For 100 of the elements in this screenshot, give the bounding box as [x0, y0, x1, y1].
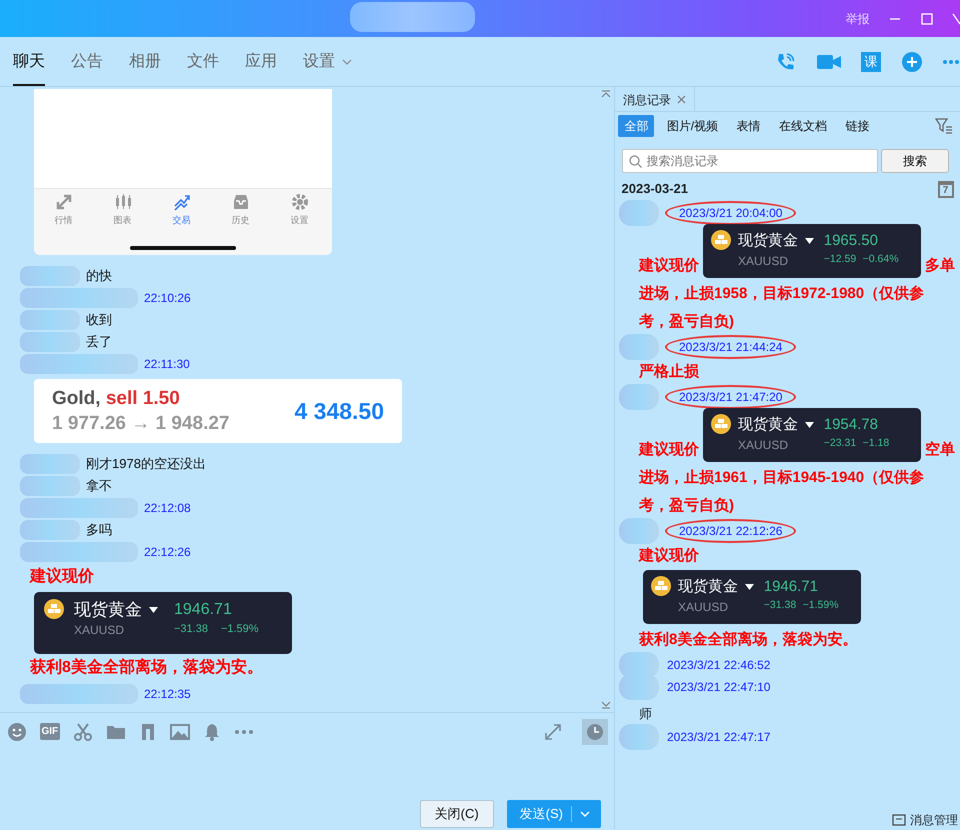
message-text: 的快 — [86, 267, 112, 286]
dropdown-icon — [744, 584, 754, 590]
ticker-percent: −1.59% — [220, 622, 259, 637]
scissors-icon[interactable] — [73, 722, 94, 742]
signal-text: 考，盈亏自负) — [639, 496, 734, 516]
blurred-name — [20, 520, 80, 540]
filter-tab[interactable]: 图片/视频 — [660, 115, 724, 138]
blurred-avatar — [619, 724, 659, 750]
app-tab-label: 行情 — [54, 214, 72, 228]
search-field[interactable]: 搜索消息记录 — [622, 149, 878, 174]
tab[interactable]: 公告 — [71, 50, 103, 86]
signal-text: 获利8美金全部离场，落袋为安。 — [30, 657, 264, 678]
add-icon[interactable] — [900, 51, 922, 73]
ticker-percent: −0.64% — [862, 252, 899, 267]
expand-icon[interactable] — [544, 722, 562, 740]
ticker-price: 1946.71 — [174, 600, 233, 620]
dropdown-icon — [804, 422, 814, 428]
gif-button[interactable]: GIF — [40, 723, 60, 740]
bell-icon[interactable] — [203, 722, 222, 742]
trend-icon — [172, 193, 190, 211]
filter-tab[interactable]: 全部 — [618, 115, 654, 138]
blurred-avatar — [619, 200, 659, 226]
maximize-icon[interactable] — [920, 12, 932, 24]
filter-icon[interactable] — [934, 118, 953, 134]
clock-icon[interactable] — [582, 718, 608, 744]
coin-icon — [711, 230, 731, 250]
message-time: 22:10:26 — [144, 290, 191, 307]
ticker-change: −12.59 — [824, 252, 856, 267]
blurred-avatar — [619, 674, 659, 700]
close-icon[interactable] — [677, 95, 686, 104]
ticker-name: 现货黄金 — [74, 599, 142, 621]
tab[interactable]: 聊天 — [13, 50, 45, 86]
tab[interactable]: 设置 — [303, 50, 335, 86]
ticker-name: 现货黄金 — [738, 415, 798, 435]
chevron-icon[interactable] — [342, 58, 352, 66]
app-tab-label: 图表 — [114, 214, 132, 228]
ticker-percent: −1.59% — [802, 598, 839, 613]
signal-text: 进场，止损1958，目标1972-1980（仅供参 — [639, 284, 924, 304]
calendar-icon[interactable]: 7 — [938, 180, 954, 198]
signal-text: 严格止损 — [639, 362, 699, 382]
course-icon[interactable]: 课 — [861, 52, 881, 72]
history-tab[interactable]: 消息记录 — [615, 87, 695, 112]
signal-text: 进场，止损1961，目标1945-1940（仅供参 — [639, 468, 924, 488]
filter-tab[interactable]: 表情 — [730, 115, 767, 138]
trade-profit: 4 348.50 — [294, 396, 384, 426]
trade-symbol: Gold, — [52, 388, 101, 409]
app-tab-label: 设置 — [290, 214, 308, 228]
blurred-avatar — [619, 334, 659, 360]
scroll-up-icon[interactable] — [601, 90, 611, 98]
ticker-name: 现货黄金 — [738, 231, 798, 251]
blurred-name — [20, 266, 80, 286]
more-icon[interactable] — [942, 59, 960, 65]
message-time: 22:12:26 — [144, 544, 191, 561]
search-icon — [628, 155, 642, 168]
ticker-name: 现货黄金 — [678, 577, 738, 597]
ticker-code: XAUUSD — [678, 599, 730, 616]
search-button[interactable]: 搜索 — [880, 149, 949, 174]
dropdown-icon — [148, 607, 158, 613]
coin-icon — [651, 576, 671, 596]
scroll-down-icon[interactable] — [601, 701, 611, 709]
message-time: 2023/3/21 22:47:10 — [666, 679, 772, 696]
signal-text: 建议现价 — [30, 566, 95, 587]
smiley-icon[interactable] — [6, 722, 26, 742]
signal-text: 建议现价 — [639, 546, 699, 566]
message-time: 22:12:08 — [144, 500, 191, 517]
message-text: 多吗 — [86, 521, 112, 540]
inbox-icon — [232, 193, 250, 211]
message-time: 2023/3/21 22:46:52 — [666, 657, 772, 674]
blurred-name — [20, 476, 80, 496]
close-button[interactable]: 关闭(C) — [420, 800, 494, 828]
app-tab-label: 交易 — [172, 214, 190, 228]
ticker-code: XAUUSD — [738, 253, 790, 270]
ticker-code: XAUUSD — [738, 437, 790, 454]
arrows-icon — [54, 193, 72, 211]
tab[interactable]: 文件 — [187, 50, 219, 86]
blurred-avatar — [619, 384, 659, 410]
send-button[interactable]: 发送(S) — [506, 800, 601, 828]
message-text: 收到 — [86, 311, 112, 330]
message-text: 刚才1978的空还没出 — [86, 455, 206, 474]
message-text: 师 — [639, 705, 652, 723]
signal-text: 考，盈亏自负) — [639, 312, 734, 332]
ticker-price: 1946.71 — [764, 577, 819, 597]
filter-tab[interactable]: 在线文档 — [773, 115, 834, 138]
report-link[interactable]: 举报 — [846, 10, 870, 28]
coin-icon — [44, 599, 64, 619]
signal-text: 建议现价 — [639, 256, 699, 276]
tab[interactable]: 应用 — [245, 50, 277, 86]
more-icon[interactable] — [234, 728, 254, 734]
image-icon[interactable] — [170, 722, 190, 740]
message-text: 拿不 — [86, 477, 112, 496]
trade-action: sell 1.50 — [106, 388, 180, 409]
message-manage-icon[interactable] — [892, 814, 906, 826]
filter-tab[interactable]: 链接 — [840, 115, 876, 138]
ticker-percent: −1.18 — [862, 436, 890, 451]
message-manage-link[interactable]: 消息管理 — [910, 811, 958, 829]
blurred-name — [20, 332, 80, 352]
ticker-change: −31.38 — [764, 598, 796, 613]
tab[interactable]: 相册 — [129, 50, 161, 86]
caret-icon[interactable] — [580, 811, 590, 817]
video-camera-icon[interactable] — [816, 52, 842, 72]
